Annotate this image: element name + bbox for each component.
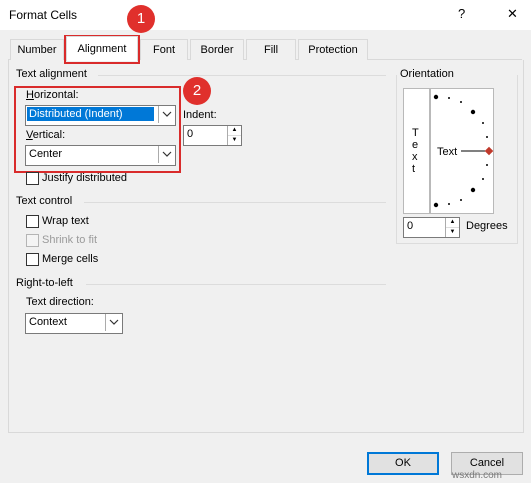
tab-alignment[interactable]: Alignment (66, 36, 138, 61)
orientation-dial[interactable]: Text (430, 88, 494, 214)
rtl-group-label: Right-to-left (16, 277, 73, 289)
close-button[interactable]: ✕ (507, 6, 518, 22)
spin-up-icon[interactable]: ▲ (446, 218, 459, 228)
tab-protection[interactable]: Protection (298, 39, 368, 60)
vertical-label: Vertical: (26, 129, 66, 141)
horizontal-select[interactable]: Distributed (Indent) (25, 105, 176, 126)
vertical-select-value: Center (29, 148, 63, 160)
wrap-text-label: Wrap text (42, 215, 89, 227)
text-alignment-divider (98, 75, 386, 76)
horizontal-select-value: Distributed (Indent) (27, 107, 154, 121)
merge-cells-label: Merge cells (42, 253, 99, 265)
degrees-spinner[interactable]: 0 ▲ ▼ (403, 217, 460, 238)
vertical-text-button[interactable]: T e x t (403, 88, 430, 214)
text-control-group-label: Text control (16, 195, 73, 207)
vertical-text-char: t (412, 163, 416, 175)
spin-down-icon[interactable]: ▼ (228, 136, 241, 145)
dial-text-label: Text (437, 146, 458, 158)
degrees-label: Degrees (466, 220, 508, 232)
indent-spinner[interactable]: 0 ▲ ▼ (183, 125, 242, 146)
horizontal-label: Horizontal: (26, 89, 79, 101)
title-bar (0, 0, 531, 30)
degrees-value: 0 (407, 220, 414, 232)
annotation-badge-2: 2 (183, 77, 211, 105)
annotation-badge-1: 1 (127, 5, 155, 33)
vertical-text-char: x (412, 151, 418, 163)
indent-label: Indent: (183, 109, 217, 121)
chevron-down-icon[interactable] (158, 146, 175, 163)
chevron-down-icon[interactable] (105, 314, 122, 331)
wrap-text-checkbox[interactable] (26, 215, 39, 228)
vertical-text-char: e (412, 139, 419, 151)
text-alignment-group-label: Text alignment (16, 68, 87, 80)
rtl-divider (86, 284, 386, 285)
spin-up-icon[interactable]: ▲ (228, 126, 241, 136)
window-title: Format Cells (9, 8, 78, 22)
vertical-text-char: T (412, 127, 419, 139)
text-direction-value: Context (29, 316, 67, 328)
tab-number[interactable]: Number (10, 39, 64, 60)
shrink-to-fit-label: Shrink to fit (42, 234, 98, 246)
text-direction-label: Text direction: (26, 296, 94, 308)
watermark: wsxdn.com (452, 470, 503, 481)
ok-button[interactable]: OK (367, 452, 439, 475)
tab-fill[interactable]: Fill (246, 39, 296, 60)
justify-distributed-label: Justify distributed (42, 172, 127, 184)
chevron-down-icon[interactable] (158, 106, 175, 123)
merge-cells-checkbox[interactable] (26, 253, 39, 266)
spin-down-icon[interactable]: ▼ (446, 228, 459, 237)
tab-border[interactable]: Border (190, 39, 244, 60)
vertical-select[interactable]: Center (25, 145, 176, 166)
indent-value: 0 (187, 128, 194, 140)
text-control-divider (84, 202, 386, 203)
justify-distributed-checkbox[interactable] (26, 172, 39, 185)
text-direction-select[interactable]: Context (25, 313, 123, 334)
tab-font[interactable]: Font (140, 39, 188, 60)
shrink-to-fit-checkbox (26, 234, 39, 247)
help-button[interactable]: ? (458, 6, 465, 21)
